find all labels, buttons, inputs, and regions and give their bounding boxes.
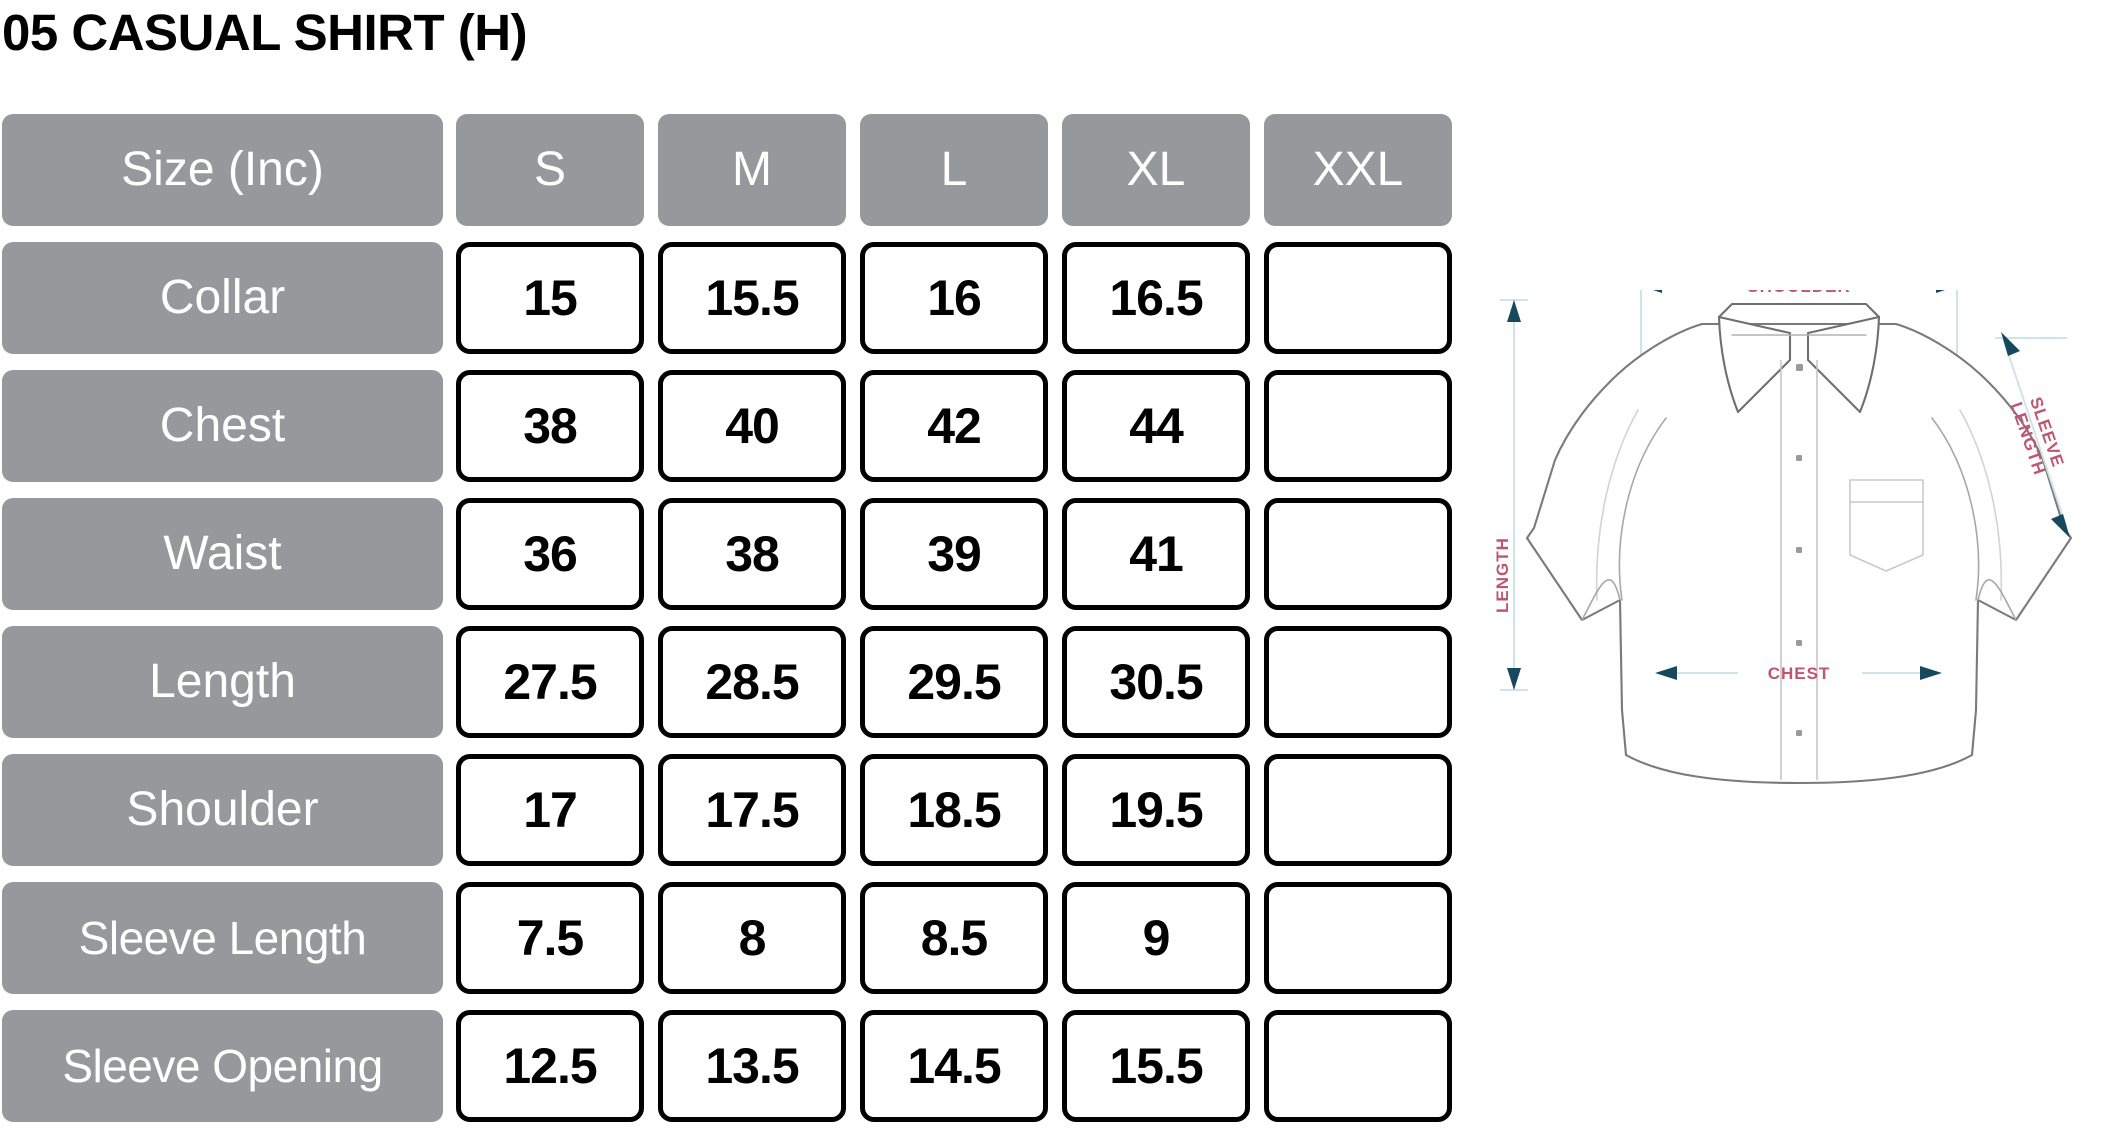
shirt-outline (1525, 322, 2073, 785)
value-sleeve-length-xxl (1264, 882, 1452, 994)
table-row: Collar 15 15.5 16 16.5 (2, 242, 1452, 354)
value-waist-xxl (1264, 498, 1452, 610)
shoulder-dimension: SHOULDER (1653, 290, 1945, 296)
value-sleeve-length-xl: 9 (1062, 882, 1250, 994)
header-cell-size-unit: Size (Inc) (2, 114, 443, 226)
arrow-down-icon (1507, 668, 1521, 690)
value-shoulder-xxl (1264, 754, 1452, 866)
row-label-shoulder: Shoulder (2, 754, 443, 866)
value-shoulder-xl: 19.5 (1062, 754, 1250, 866)
value-collar-xxl (1264, 242, 1452, 354)
value-sleeve-length-m: 8 (658, 882, 846, 994)
value-shoulder-m: 17.5 (658, 754, 846, 866)
shirt-measurement-diagram: SHOULDER CHEST LENGTH SLEEVE LENGTH (1470, 290, 2123, 990)
value-waist-xl: 41 (1062, 498, 1250, 610)
value-shoulder-l: 18.5 (860, 754, 1048, 866)
row-label-waist: Waist (2, 498, 443, 610)
header-cell-size-m: M (658, 114, 846, 226)
size-chart-table: Size (Inc) S M L XL XXL Collar 15 15.5 1… (2, 114, 1452, 1138)
value-chest-xxl (1264, 370, 1452, 482)
table-row: Sleeve Length 7.5 8 8.5 9 (2, 882, 1452, 994)
value-chest-l: 42 (860, 370, 1048, 482)
value-sleeve-opening-l: 14.5 (860, 1010, 1048, 1122)
value-chest-m: 40 (658, 370, 846, 482)
shoulder-dimension-label: SHOULDER (1747, 290, 1850, 296)
header-cell-size-xxl: XXL (1264, 114, 1452, 226)
table-row: Waist 36 38 39 41 (2, 498, 1452, 610)
value-collar-xl: 16.5 (1062, 242, 1250, 354)
value-chest-xl: 44 (1062, 370, 1250, 482)
value-length-s: 27.5 (456, 626, 644, 738)
value-sleeve-opening-s: 12.5 (456, 1010, 644, 1122)
row-label-sleeve-length: Sleeve Length (2, 882, 443, 994)
value-shoulder-s: 17 (456, 754, 644, 866)
value-sleeve-opening-m: 13.5 (658, 1010, 846, 1122)
value-length-m: 28.5 (658, 626, 846, 738)
row-label-length: Length (2, 626, 443, 738)
value-chest-s: 38 (456, 370, 644, 482)
table-row: Length 27.5 28.5 29.5 30.5 (2, 626, 1452, 738)
arrow-left-icon (1653, 290, 1662, 293)
arrow-up-icon (1507, 300, 1521, 322)
value-sleeve-length-l: 8.5 (860, 882, 1048, 994)
length-dimension: LENGTH (1493, 300, 1521, 690)
value-collar-s: 15 (456, 242, 644, 354)
value-sleeve-length-s: 7.5 (456, 882, 644, 994)
value-waist-m: 38 (658, 498, 846, 610)
value-length-xl: 30.5 (1062, 626, 1250, 738)
row-label-collar: Collar (2, 242, 443, 354)
header-cell-size-s: S (456, 114, 644, 226)
row-label-sleeve-opening: Sleeve Opening (2, 1010, 443, 1122)
value-waist-s: 36 (456, 498, 644, 610)
table-header-row: Size (Inc) S M L XL XXL (2, 114, 1452, 226)
arrow-right-icon (1936, 290, 1945, 293)
value-length-xxl (1264, 626, 1452, 738)
value-length-l: 29.5 (860, 626, 1048, 738)
header-cell-size-xl: XL (1062, 114, 1250, 226)
value-collar-l: 16 (860, 242, 1048, 354)
table-row: Shoulder 17 17.5 18.5 19.5 (2, 754, 1452, 866)
arrow-up-left-icon (2001, 332, 2020, 356)
page-title: 05 CASUAL SHIRT (H) (2, 4, 528, 61)
table-row: Chest 38 40 42 44 (2, 370, 1452, 482)
header-cell-size-l: L (860, 114, 1048, 226)
value-sleeve-opening-xl: 15.5 (1062, 1010, 1250, 1122)
row-label-chest: Chest (2, 370, 443, 482)
value-sleeve-opening-xxl (1264, 1010, 1452, 1122)
value-waist-l: 39 (860, 498, 1048, 610)
value-collar-m: 15.5 (658, 242, 846, 354)
length-dimension-label: LENGTH (1493, 537, 1512, 613)
table-row: Sleeve Opening 12.5 13.5 14.5 15.5 (2, 1010, 1452, 1122)
chest-dimension-label: CHEST (1768, 664, 1831, 683)
